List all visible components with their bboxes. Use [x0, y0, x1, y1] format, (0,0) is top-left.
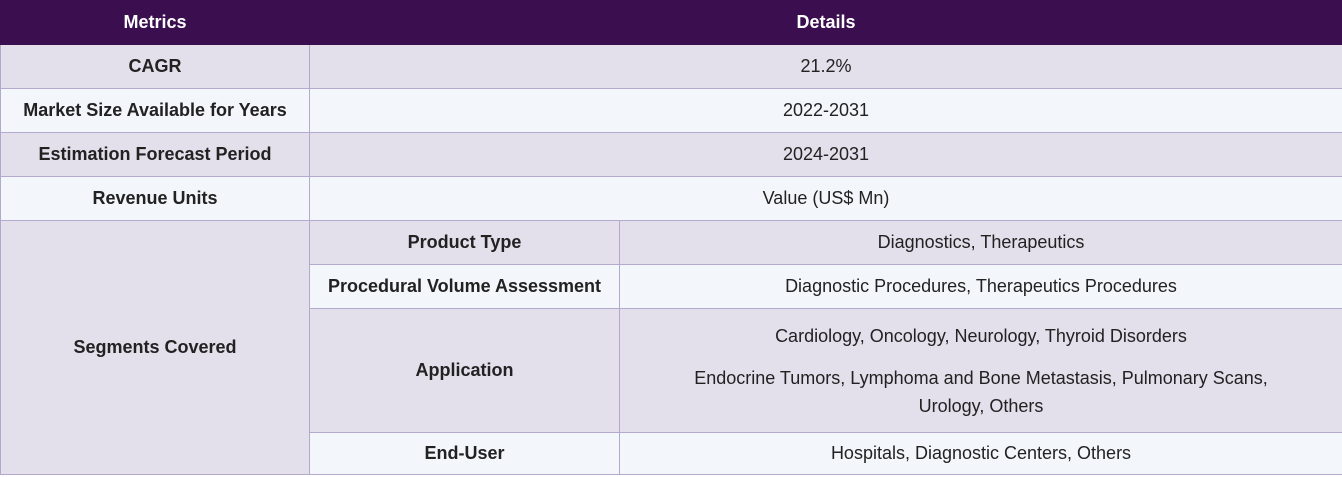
table-row-revenue-units: Revenue Units Value (US$ Mn)	[0, 176, 1342, 221]
segment-name: Procedural Volume Assessment	[309, 264, 620, 309]
metric-label: Market Size Available for Years	[0, 88, 310, 133]
metric-value: 2022-2031	[309, 88, 1342, 133]
report-metrics-table: Metrics Details CAGR 21.2% Market Size A…	[0, 0, 1342, 475]
application-line-1: Cardiology, Oncology, Neurology, Thyroid…	[775, 325, 1187, 346]
metric-label: Revenue Units	[0, 176, 310, 221]
metric-value: 21.2%	[309, 44, 1342, 89]
table-row-forecast-period: Estimation Forecast Period 2024-2031	[0, 132, 1342, 177]
segment-value: Diagnostics, Therapeutics	[619, 220, 1342, 265]
metric-value: 2024-2031	[309, 132, 1342, 177]
segment-value: Diagnostic Procedures, Therapeutics Proc…	[619, 264, 1342, 309]
application-line-2: Endocrine Tumors, Lymphoma and Bone Meta…	[694, 367, 1268, 416]
table-row-cagr: CAGR 21.2%	[0, 44, 1342, 89]
table-row-product-type: Segments Covered Product Type Diagnostic…	[0, 220, 1342, 475]
segment-name: Product Type	[309, 220, 620, 265]
segments-covered-label: Segments Covered	[0, 220, 310, 475]
segment-name: End-User	[309, 432, 620, 475]
segment-name: Application	[309, 308, 620, 433]
metric-label: CAGR	[0, 44, 310, 89]
header-metrics: Metrics	[0, 0, 310, 45]
header-details: Details	[309, 0, 1342, 45]
segment-value: Hospitals, Diagnostic Centers, Others	[619, 432, 1342, 475]
metric-value: Value (US$ Mn)	[309, 176, 1342, 221]
table-header-row: Metrics Details	[0, 0, 1342, 45]
table-row-market-size: Market Size Available for Years 2022-203…	[0, 88, 1342, 133]
metric-label: Estimation Forecast Period	[0, 132, 310, 177]
segment-value: Cardiology, Oncology, Neurology, Thyroid…	[619, 308, 1342, 433]
